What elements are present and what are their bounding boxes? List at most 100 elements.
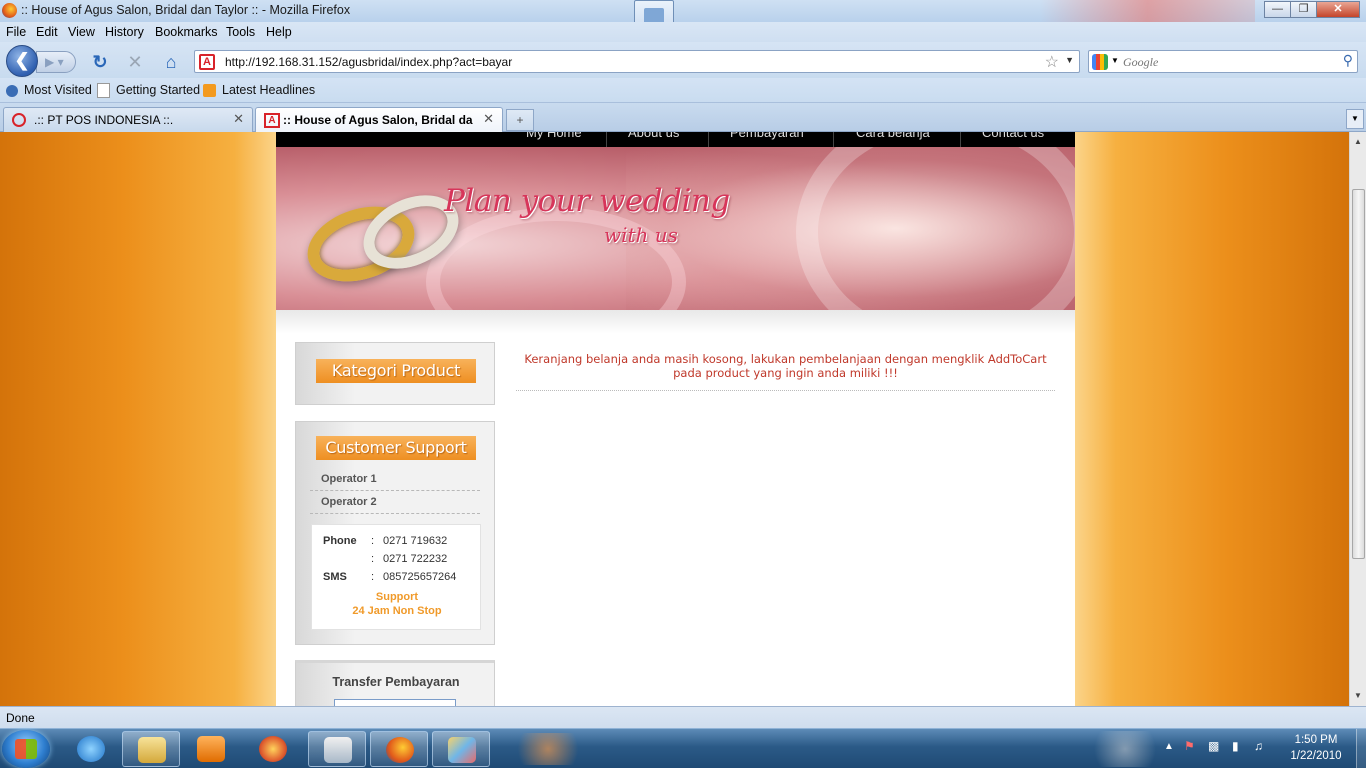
taskbar-media-player[interactable] [182, 731, 240, 767]
search-engine-dropdown-icon[interactable]: ▼ [1111, 56, 1119, 65]
scroll-down-icon[interactable]: ▼ [1350, 688, 1366, 704]
menu-bar: File Edit View History Bookmarks Tools H… [0, 22, 1366, 42]
contact-value: 0271 722232 [383, 553, 448, 565]
clock-time: 1:50 PM [1294, 734, 1338, 746]
scroll-up-icon[interactable]: ▲ [1350, 134, 1366, 150]
action-center-icon[interactable]: ⚑ [1184, 739, 1195, 753]
maximize-button[interactable]: ❐ [1290, 1, 1317, 18]
nav-about-us[interactable]: About us [628, 132, 679, 140]
taskbar-internet-explorer[interactable] [62, 731, 120, 767]
home-icon[interactable]: ⌂ [161, 52, 181, 72]
reload-icon[interactable]: ↻ [90, 52, 110, 72]
network-icon[interactable]: ▮ [1232, 739, 1239, 753]
nav-separator [960, 132, 961, 147]
tab-agus-salon[interactable]: A :: House of Agus Salon, Bridal dan ...… [255, 107, 503, 133]
status-text: Done [6, 711, 35, 725]
nav-pembayaran[interactable]: Pembayaran [730, 132, 804, 140]
search-icon[interactable]: ⚲ [1343, 52, 1353, 69]
show-hidden-icons-icon[interactable]: ▲ [1164, 741, 1174, 752]
banner-swirl [796, 147, 1075, 310]
scrollbar-thumb[interactable] [1352, 189, 1365, 559]
customer-support-box: Customer Support Operator 1 Operator 2 P… [295, 421, 495, 645]
bookmark-latest-headlines[interactable]: Latest Headlines [222, 83, 315, 97]
address-url[interactable]: http://192.168.31.152/agusbridal/index.p… [225, 55, 512, 69]
customer-support-title: Customer Support [316, 436, 476, 460]
site-favicon-icon: A [199, 54, 215, 70]
minimize-button[interactable]: — [1264, 1, 1291, 18]
tab-label: :: House of Agus Salon, Bridal dan ... [283, 113, 473, 127]
show-desktop-button[interactable] [1356, 729, 1366, 768]
tab-close-icon[interactable]: ✕ [483, 111, 494, 127]
forward-button[interactable]: ▶ ▾ [36, 51, 76, 73]
system-clock[interactable]: 1:50 PM 1/22/2010 [1276, 732, 1356, 764]
tools-icon [324, 737, 352, 763]
nav-my-home[interactable]: My Home [526, 132, 582, 140]
bookmark-most-visited[interactable]: Most Visited [24, 83, 92, 97]
contact-value: 085725657264 [383, 571, 457, 583]
windows-logo-icon [15, 739, 37, 759]
windows-taskbar: ▲ ⚑ ▩ ▮ ♫ 1:50 PM 1/22/2010 [0, 728, 1366, 768]
contact-label: Phone [323, 535, 357, 547]
operator-2-link[interactable]: Operator 2 [310, 491, 480, 514]
tab-close-icon[interactable]: ✕ [233, 111, 244, 127]
firefox-icon [2, 3, 17, 18]
page-icon [97, 83, 110, 98]
menu-view[interactable]: View [68, 25, 95, 39]
close-button[interactable]: ✕ [1316, 1, 1360, 18]
site-page: My Home About us Pembayaran Cara belanja… [276, 132, 1075, 706]
contact-row: :0271 722232 [323, 553, 447, 565]
status-bar: Done [0, 706, 1366, 728]
address-bar[interactable]: A http://192.168.31.152/agusbridal/index… [194, 50, 1080, 73]
search-bar[interactable]: ▼ ⚲ [1088, 50, 1358, 73]
menu-file[interactable]: File [6, 25, 26, 39]
taskbar-app[interactable] [244, 731, 302, 767]
message-divider [516, 390, 1055, 391]
taskbar-firefox[interactable] [370, 731, 428, 767]
contact-separator: : [371, 571, 375, 583]
vertical-scrollbar[interactable]: ▲ ▼ [1349, 132, 1366, 706]
site-favicon-icon: A [264, 113, 280, 128]
left-orange-background [0, 132, 276, 706]
banner-bottom-strip [276, 310, 1075, 334]
taskbar-app-active[interactable] [308, 731, 366, 767]
tab-list-dropdown-icon[interactable]: ▼ [1346, 109, 1364, 129]
contact-separator: : [371, 553, 375, 565]
tab-bar: .:: PT POS INDONESIA ::. ✕ A :: House of… [0, 103, 1366, 133]
title-bar-background-graphic [1040, 0, 1255, 22]
menu-edit[interactable]: Edit [36, 25, 58, 39]
new-tab-button[interactable]: + [506, 109, 534, 131]
contact-value: 0271 719632 [383, 535, 448, 547]
stop-icon[interactable]: ✕ [125, 52, 145, 72]
taskbar-paint[interactable] [432, 731, 490, 767]
bookmark-getting-started[interactable]: Getting Started [116, 83, 200, 97]
nav-separator [708, 132, 709, 147]
menu-bookmarks[interactable]: Bookmarks [155, 25, 218, 39]
window-title-bar: :: House of Agus Salon, Bridal dan Taylo… [0, 0, 1366, 40]
kategori-product-title: Kategori Product [316, 359, 476, 383]
google-icon[interactable] [1092, 54, 1108, 70]
transfer-pembayaran-title: Transfer Pembayaran [332, 675, 460, 689]
bank-logo-image [334, 699, 456, 706]
address-dropdown-icon[interactable]: ▼ [1065, 55, 1074, 65]
pos-indonesia-icon [12, 113, 26, 127]
taskbar-windows-explorer[interactable] [122, 731, 180, 767]
nav-cara-belanja[interactable]: Cara belanja [856, 132, 930, 140]
operator-1-link[interactable]: Operator 1 [310, 468, 480, 491]
device-icon[interactable]: ▩ [1208, 739, 1219, 753]
window-title: :: House of Agus Salon, Bridal dan Taylo… [21, 3, 351, 17]
support-hours: 24 Jam Non Stop [352, 605, 442, 617]
nav-contact-us[interactable]: Contact us [982, 132, 1044, 140]
back-button[interactable]: ❮ [6, 45, 38, 77]
bookmark-star-icon[interactable]: ☆ [1045, 52, 1059, 72]
search-input[interactable] [1123, 54, 1333, 70]
wedding-banner: Plan your wedding with us [276, 147, 1075, 310]
volume-icon[interactable]: ♫ [1254, 739, 1263, 753]
menu-help[interactable]: Help [266, 25, 292, 39]
contact-card: Phone:0271 719632 :0271 722232 SMS:08572… [311, 524, 481, 630]
empty-cart-message: Keranjang belanja anda masih kosong, lak… [524, 352, 1047, 380]
menu-history[interactable]: History [105, 25, 144, 39]
rss-feed-icon [203, 84, 216, 97]
menu-tools[interactable]: Tools [226, 25, 255, 39]
tab-pos-indonesia[interactable]: .:: PT POS INDONESIA ::. ✕ [3, 107, 253, 132]
start-button[interactable] [2, 730, 50, 768]
